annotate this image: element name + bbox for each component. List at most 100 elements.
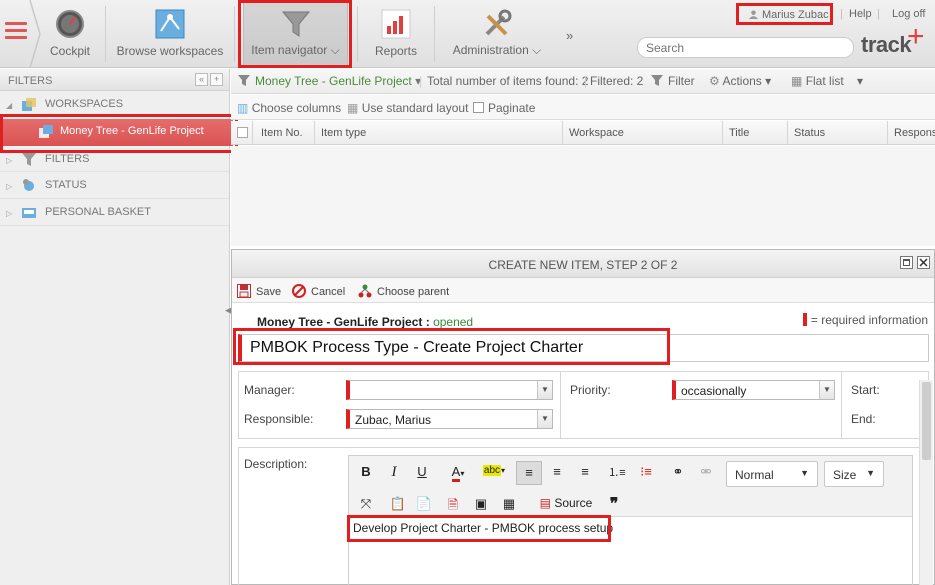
chevron-down-icon[interactable]: ▼	[819, 381, 834, 399]
workspace-diagram-icon	[155, 9, 185, 39]
collapse-panel-button[interactable]: «	[195, 73, 208, 86]
expand-arrow-icon[interactable]: ▷	[6, 182, 12, 191]
responsible-select[interactable]: Zubac, Marius ▼	[346, 409, 553, 429]
choose-parent-label: Choose parent	[377, 286, 450, 298]
nav-divider	[357, 6, 358, 62]
paste-text-icon[interactable]: 📄	[415, 496, 433, 512]
highlight-button[interactable]: abc▾	[479, 465, 509, 476]
dialog-scrollbar[interactable]	[919, 380, 933, 585]
italic-button[interactable]: I	[385, 464, 403, 481]
user-menu[interactable]: Marius Zubac	[736, 3, 833, 25]
manager-label: Manager:	[244, 383, 295, 397]
link-icon[interactable]: ⚭	[669, 464, 687, 480]
toolbar-divider: |	[584, 74, 588, 88]
description-text: Develop Project Charter - PMBOK process …	[353, 521, 614, 535]
project-context: Money Tree - GenLife Project : opened	[257, 315, 473, 329]
align-center-icon[interactable]: ≡	[548, 464, 566, 479]
underline-button[interactable]: U	[413, 464, 431, 479]
column-header[interactable]: Item No.	[253, 121, 315, 145]
bullet-list-icon[interactable]: ⁝≡	[637, 464, 655, 480]
nav-item-navigator[interactable]: Item navigator ⌵	[243, 0, 348, 68]
align-left-icon[interactable]: ≡	[516, 461, 542, 485]
description-label: Description:	[244, 457, 308, 471]
view-mode-button[interactable]: ▦ Flat list ▾	[791, 74, 863, 88]
choose-columns-label: Choose columns	[251, 101, 342, 115]
bar-chart-icon	[381, 9, 411, 39]
manager-select[interactable]: ▼	[346, 380, 553, 400]
paginate-toggle[interactable]: Paginate	[473, 101, 535, 115]
grid-toolbar: Money Tree - GenLife Project ▾ | Total n…	[231, 69, 935, 94]
maximize-editor-icon[interactable]: ⤧	[357, 496, 375, 512]
nav-reports[interactable]: Reports	[367, 0, 425, 68]
chevron-down-icon[interactable]: ▼	[537, 410, 552, 428]
logoff-link[interactable]: Log off	[892, 8, 925, 20]
choose-columns-button[interactable]: ▥ Choose columns	[237, 101, 341, 115]
cancel-button[interactable]: Cancel	[292, 284, 345, 298]
chevron-down-icon: ▾	[857, 74, 864, 88]
tree-item-personal-basket[interactable]: ▷ PERSONAL BASKET	[0, 199, 229, 226]
checkbox-icon[interactable]	[237, 127, 248, 138]
nav-administration[interactable]: Administration ⌵	[447, 0, 547, 68]
column-header[interactable]: Status	[788, 121, 888, 145]
source-button[interactable]: ▤ Source	[536, 496, 596, 510]
editor-content[interactable]: Develop Project Charter - PMBOK process …	[349, 517, 912, 539]
expand-arrow-icon[interactable]: ▷	[6, 209, 12, 218]
tree-item-selected-project[interactable]: Money Tree - GenLife Project	[3, 119, 233, 146]
item-title-input[interactable]: PMBOK Process Type - Create Project Char…	[238, 334, 929, 362]
highlight-icon: abc	[482, 465, 502, 476]
column-header[interactable]: Item type	[315, 121, 563, 145]
select-all-column[interactable]	[231, 121, 253, 145]
tree-item-filters[interactable]: ▷ FILTERS	[0, 145, 229, 172]
workspaces-icon	[22, 98, 36, 111]
table-icon[interactable]: ▦	[500, 496, 518, 512]
more-nav-button[interactable]: »	[566, 28, 573, 43]
help-link[interactable]: Help	[849, 8, 872, 20]
unlink-icon[interactable]: ⚮	[697, 464, 715, 480]
format-select[interactable]: Normal ▼	[726, 461, 818, 487]
filter-button[interactable]: Filter	[651, 74, 695, 88]
scrollbar-thumb[interactable]	[922, 382, 931, 460]
context-selector[interactable]: Money Tree - GenLife Project ▾	[238, 74, 421, 88]
funnel-icon	[22, 153, 36, 166]
close-icon[interactable]	[917, 256, 930, 269]
maximize-icon[interactable]	[900, 256, 913, 269]
blockquote-icon[interactable]: ❞	[605, 494, 623, 514]
column-header[interactable]: Workspace	[563, 121, 723, 145]
main-menu-icon[interactable]	[5, 22, 27, 40]
size-select[interactable]: Size ▼	[824, 461, 884, 487]
tree-item-workspaces[interactable]: ◢ WORKSPACES	[0, 91, 229, 118]
priority-select[interactable]: occasionally ▼	[672, 380, 835, 400]
end-label: End:	[851, 412, 876, 426]
actions-button[interactable]: ⚙ Actions ▾	[709, 74, 771, 88]
standard-layout-label: Use standard layout	[361, 101, 469, 115]
tree-item-status[interactable]: ▷ STATUS	[0, 172, 229, 199]
search-input[interactable]	[637, 37, 854, 58]
responsible-value: Zubac, Marius	[355, 413, 432, 427]
paste-icon[interactable]: 📋	[389, 496, 407, 512]
nav-browse-workspaces[interactable]: Browse workspaces	[115, 0, 225, 68]
source-icon: ▤	[539, 496, 551, 510]
nav-cockpit[interactable]: Cockpit	[44, 0, 96, 68]
breadcrumb-chevron-icon	[29, 0, 41, 68]
chevron-down-icon[interactable]: ▼	[537, 381, 552, 399]
column-header[interactable]: Title	[723, 121, 788, 145]
image-icon[interactable]: ▣	[472, 496, 490, 512]
standard-layout-button[interactable]: ▦ Use standard layout	[347, 101, 468, 115]
align-right-icon[interactable]: ≡	[576, 464, 594, 479]
create-item-dialog: CREATE NEW ITEM, STEP 2 OF 2 Save Cancel…	[231, 249, 935, 585]
chevron-down-icon: ⌵	[330, 43, 340, 57]
bold-button[interactable]: B	[357, 464, 375, 479]
column-header[interactable]: Respons	[888, 121, 935, 145]
chevron-down-icon: ⌵	[532, 43, 542, 57]
paste-word-icon[interactable]: 🗎	[444, 496, 462, 518]
numbered-list-icon[interactable]: ⒈≡	[608, 464, 626, 480]
add-filter-button[interactable]: +	[210, 73, 223, 86]
paginate-label: Paginate	[488, 101, 536, 115]
expand-arrow-icon[interactable]: ◢	[6, 101, 12, 110]
filtered-count: Filtered: 2	[590, 74, 644, 88]
expand-arrow-icon[interactable]: ▷	[6, 156, 12, 165]
save-button[interactable]: Save	[237, 284, 281, 298]
checkbox-icon[interactable]	[473, 102, 484, 113]
font-color-button[interactable]: A▾	[446, 464, 470, 482]
choose-parent-button[interactable]: Choose parent	[358, 284, 449, 298]
